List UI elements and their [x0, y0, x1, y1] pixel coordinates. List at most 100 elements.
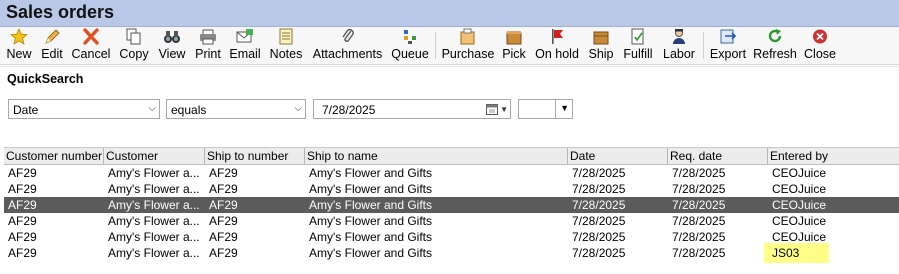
customer-cell: Amy's Flower a...: [108, 198, 200, 212]
on-hold-button[interactable]: On hold: [533, 28, 581, 62]
notes-icon: [279, 28, 293, 45]
table-row[interactable]: AF29 Amy's Flower a... AF29 Amy's Flower an…: [4, 245, 899, 261]
queue-icon: [404, 30, 416, 44]
notes-label: Notes: [269, 47, 303, 61]
field-select[interactable]: Date ⌵: [8, 99, 160, 119]
window-title: Sales orders: [6, 2, 115, 22]
req-date-cell: 7/28/2025: [672, 198, 726, 212]
extra-select[interactable]: ▼: [518, 99, 573, 119]
toolbar-separator: [435, 32, 436, 59]
chevron-down-icon[interactable]: ▼: [500, 105, 508, 114]
entered-by-cell: CEOJuice: [772, 166, 827, 180]
copy-label: Copy: [119, 47, 149, 61]
close-icon: [813, 29, 827, 44]
req-date-cell: 7/28/2025: [672, 166, 726, 180]
copy-button[interactable]: Copy: [118, 28, 150, 62]
attachments-button[interactable]: Attachments: [311, 28, 384, 62]
customer-cell: Amy's Flower a...: [108, 230, 200, 244]
grid-header: Customer number Customer Ship to number …: [4, 148, 899, 165]
close-button[interactable]: Close: [803, 28, 837, 62]
ship-to-name-cell: Amy's Flower and Gifts: [309, 166, 432, 180]
pencil-icon: [45, 29, 60, 44]
ship-to-number-cell: AF29: [209, 166, 238, 180]
customer-cell: Amy's Flower a...: [108, 182, 200, 196]
table-row[interactable]: AF29 Amy's Flower a... AF29 Amy's Flower an…: [4, 165, 899, 181]
date-input-value: 7/28/2025: [322, 103, 376, 117]
cancel-x-icon: [83, 28, 99, 45]
refresh-button[interactable]: Refresh: [753, 28, 797, 62]
refresh-label: Refresh: [753, 47, 797, 61]
cancel-button[interactable]: Cancel: [71, 28, 111, 62]
fulfill-label: Fulfill: [623, 47, 653, 61]
column-header[interactable]: Date: [568, 148, 668, 164]
entered-by-cell: CEOJuice: [772, 182, 827, 196]
date-cell: 7/28/2025: [572, 214, 626, 228]
date-cell: 7/28/2025: [572, 230, 626, 244]
date-input[interactable]: 7/28/2025 ▼: [313, 99, 511, 119]
labor-button[interactable]: Labor: [661, 28, 697, 62]
ship-button[interactable]: Ship: [587, 28, 615, 62]
ship-to-number-cell: AF29: [209, 246, 238, 260]
table-row[interactable]: AF29 Amy's Flower a... AF29 Amy's Flower an…: [4, 197, 899, 213]
customer-number-cell: AF29: [8, 166, 37, 180]
close-label: Close: [804, 47, 836, 61]
customer-number-cell: AF29: [8, 246, 37, 260]
new-button[interactable]: New: [4, 28, 34, 62]
email-button[interactable]: Email: [229, 28, 261, 62]
paperclip-icon: [341, 28, 354, 42]
toolbar: New Edit Cancel Copy View Print Email No…: [0, 27, 899, 65]
chevron-down-icon: ⌵: [294, 103, 302, 114]
edit-button[interactable]: Edit: [39, 28, 65, 62]
customer-number-cell: AF29: [8, 198, 37, 212]
ship-to-number-cell: AF29: [209, 230, 238, 244]
worker-icon: [673, 29, 685, 44]
refresh-icon: [768, 29, 782, 43]
column-header[interactable]: Customer: [104, 148, 205, 164]
column-header[interactable]: Ship to number: [205, 148, 305, 164]
column-header[interactable]: Customer number: [4, 148, 104, 164]
column-header[interactable]: Ship to name: [305, 148, 568, 164]
date-cell: 7/28/2025: [572, 182, 626, 196]
ship-to-number-cell: AF29: [209, 182, 238, 196]
view-label: View: [158, 47, 186, 61]
email-icon: [236, 29, 253, 43]
pick-button[interactable]: Pick: [501, 28, 527, 62]
red-flag-icon: [552, 29, 563, 44]
customer-number-cell: AF29: [8, 182, 37, 196]
column-header[interactable]: Entered by: [768, 148, 899, 164]
attachments-label: Attachments: [312, 47, 383, 61]
ship-to-name-cell: Amy's Flower and Gifts: [309, 214, 432, 228]
ship-box-icon: [593, 31, 609, 45]
cancel-label: Cancel: [71, 47, 111, 61]
customer-cell: Amy's Flower a...: [108, 246, 200, 260]
column-header[interactable]: Req. date: [668, 148, 768, 164]
toolbar-separator: [703, 32, 704, 59]
req-date-cell: 7/28/2025: [672, 246, 726, 260]
purchase-icon: [460, 28, 475, 45]
export-button[interactable]: Export: [708, 28, 748, 62]
date-cell: 7/28/2025: [572, 166, 626, 180]
customer-number-cell: AF29: [8, 230, 37, 244]
purchase-button[interactable]: Purchase: [441, 28, 495, 62]
req-date-cell: 7/28/2025: [672, 230, 726, 244]
calendar-icon[interactable]: [486, 103, 498, 115]
notes-button[interactable]: Notes: [268, 28, 304, 62]
purchase-label: Purchase: [441, 47, 495, 61]
quicksearch-panel: QuickSearch Date ⌵ equals ⌵ 7/28/2025 ▼ …: [0, 66, 899, 146]
ship-to-name-cell: Amy's Flower and Gifts: [309, 182, 432, 196]
ship-to-name-cell: Amy's Flower and Gifts: [309, 246, 432, 260]
print-button[interactable]: Print: [193, 28, 223, 62]
operator-select[interactable]: equals ⌵: [166, 99, 306, 119]
field-select-value: Date: [13, 103, 39, 117]
entered-by-cell: JS03: [772, 246, 800, 260]
fulfill-button[interactable]: Fulfill: [621, 28, 655, 62]
window-title-bar: Sales orders: [0, 0, 899, 27]
ship-to-number-cell: AF29: [209, 214, 238, 228]
pick-label: Pick: [502, 47, 526, 61]
view-button[interactable]: View: [157, 28, 187, 62]
table-row[interactable]: AF29 Amy's Flower a... AF29 Amy's Flower an…: [4, 213, 899, 229]
ship-label: Ship: [588, 47, 614, 61]
queue-button[interactable]: Queue: [390, 28, 430, 62]
labor-label: Labor: [663, 47, 695, 61]
table-row[interactable]: AF29 Amy's Flower a... AF29 Amy's Flower an…: [4, 181, 899, 197]
